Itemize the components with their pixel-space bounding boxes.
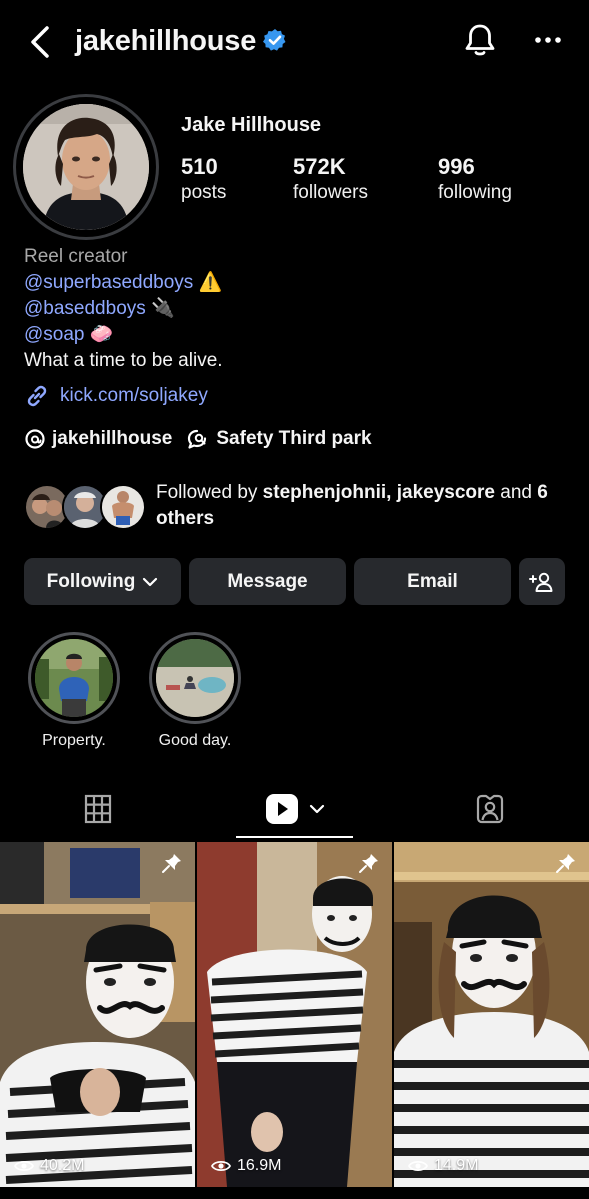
following-count: 996 (438, 154, 475, 179)
notifications-button[interactable] (460, 20, 500, 60)
posts-label: posts (181, 182, 227, 203)
reel-thumbnail[interactable]: 40.2M (0, 842, 195, 1187)
reel-views: 14.9M (408, 1157, 478, 1175)
pin-icon (556, 854, 575, 873)
link-icon (27, 385, 47, 407)
followers-stat[interactable]: 572K followers (293, 154, 368, 206)
verified-badge-icon (263, 28, 287, 52)
profile-avatar[interactable] (13, 94, 159, 240)
followed-by-and: and (494, 482, 532, 503)
email-button-label: Email (407, 570, 458, 592)
reel-views-count: 14.9M (434, 1157, 479, 1174)
pin-icon (162, 854, 181, 873)
followed-by-prefix: Followed by (156, 482, 263, 503)
eye-icon (211, 1160, 231, 1172)
location-name: Safety Third park (216, 428, 372, 449)
reel-views-count: 40.2M (40, 1157, 85, 1174)
highlight-item[interactable]: Property. (26, 632, 122, 750)
posts-count: 510 (181, 154, 218, 179)
add-person-icon (529, 572, 553, 592)
avatar (23, 104, 149, 230)
highlight-cover (35, 639, 113, 717)
profile-chips: jakehillhouse Safety Third park (24, 428, 372, 450)
reel-cover-image (394, 842, 589, 1187)
reels-play-icon (265, 794, 298, 824)
profile-category: Reel creator (24, 246, 128, 267)
message-button-label: Message (227, 570, 308, 592)
followed-by-names: stephenjohnii, jakeyscore (262, 482, 495, 503)
profile-username: jakehillhouse (75, 25, 257, 57)
bio-mention-row: @soap 🧼 (24, 322, 223, 348)
following-stat[interactable]: 996 following (438, 154, 512, 206)
followers-count: 572K (293, 154, 346, 179)
active-tab-indicator (236, 836, 353, 838)
tab-tagged[interactable] (442, 780, 538, 838)
external-link[interactable]: kick.com/soljakey (24, 383, 208, 409)
chevron-down-icon (143, 577, 158, 586)
warning-emoji: ⚠️ (198, 272, 223, 293)
highlight-item[interactable]: Good day. (147, 632, 243, 750)
following-button-label: Following (46, 570, 136, 592)
more-dots-icon (535, 37, 561, 43)
reel-views-count: 16.9M (237, 1157, 282, 1174)
reel-thumbnail[interactable]: 14.9M (394, 842, 589, 1187)
followers-label: followers (293, 182, 368, 203)
tagged-person-icon (476, 794, 504, 824)
tab-posts-grid[interactable] (50, 780, 146, 838)
reel-views: 16.9M (211, 1157, 281, 1175)
bio-mention-row: @baseddboys 🔌 (24, 296, 223, 322)
external-link-text: kick.com/soljakey (60, 385, 208, 406)
reel-views: 40.2M (14, 1157, 84, 1175)
bell-icon (465, 24, 495, 56)
bio-tagline: What a time to be alive. (24, 350, 223, 371)
profile-bio: Reel creator @superbaseddboys ⚠️ @basedd… (24, 244, 223, 374)
back-chevron-icon (31, 26, 49, 58)
grid-icon (84, 794, 112, 824)
posts-stat[interactable]: 510 posts (181, 154, 226, 206)
bio-mention-row: @superbaseddboys ⚠️ (24, 270, 223, 296)
email-button[interactable]: Email (354, 558, 511, 605)
eye-icon (14, 1160, 34, 1172)
following-button[interactable]: Following (24, 558, 181, 605)
tab-reels[interactable] (236, 780, 353, 838)
reel-thumbnail[interactable]: 16.9M (197, 842, 392, 1187)
threads-icon (25, 429, 45, 449)
profile-full-name: Jake Hillhouse (181, 114, 322, 136)
message-button[interactable]: Message (189, 558, 346, 605)
suggest-people-button[interactable] (519, 558, 565, 605)
mutual-avatar (100, 484, 146, 530)
threads-handle: jakehillhouse (52, 428, 173, 449)
mention-link[interactable]: @superbaseddboys (24, 272, 193, 293)
highlight-ring (149, 632, 241, 724)
threads-chip[interactable]: jakehillhouse (24, 428, 172, 450)
location-chip[interactable]: Safety Third park (186, 428, 372, 450)
mention-link[interactable]: @soap (24, 324, 85, 345)
reel-cover-image (197, 842, 392, 1187)
back-button[interactable] (22, 22, 58, 62)
followed-by-text: Followed by stephenjohnii, jakeyscore an… (156, 480, 576, 532)
eye-icon (408, 1160, 428, 1172)
highlight-cover (156, 639, 234, 717)
soap-emoji: 🧼 (89, 324, 114, 345)
following-label: following (438, 182, 512, 203)
search-bubble-icon (188, 429, 207, 449)
highlight-label: Good day. (158, 732, 232, 749)
more-options-button[interactable] (530, 22, 566, 58)
plug-emoji: 🔌 (151, 298, 175, 319)
chevron-down-icon (309, 804, 324, 814)
highlight-label: Property. (42, 732, 106, 749)
mention-link[interactable]: @baseddboys (24, 298, 146, 319)
pin-icon (359, 854, 378, 873)
highlight-ring (28, 632, 120, 724)
reel-cover-image (0, 842, 195, 1187)
